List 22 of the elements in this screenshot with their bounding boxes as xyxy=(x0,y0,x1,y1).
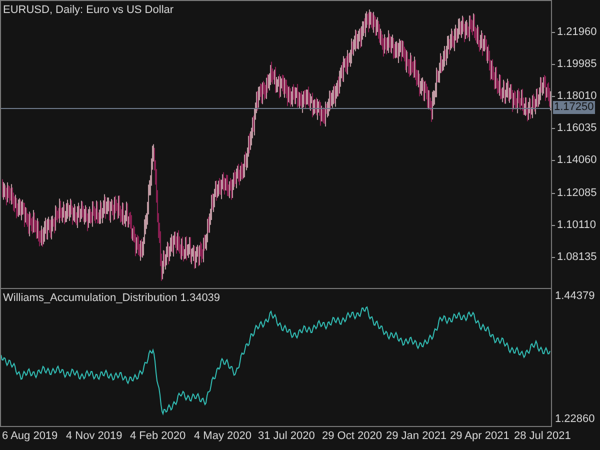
current-price-label: 1.17250 xyxy=(553,101,595,114)
time-axis-label: 29 Oct 2020 xyxy=(322,431,382,442)
time-axis-label: 4 May 2020 xyxy=(194,431,252,442)
price-axis-label: 1.10110 xyxy=(552,220,596,231)
time-axis-label: 4 Nov 2019 xyxy=(66,431,122,442)
indicator-axis-label: 1.44379 xyxy=(555,291,595,302)
price-axis-label: 1.14060 xyxy=(552,155,597,166)
price-axis-label: 1.18010 xyxy=(552,91,597,102)
time-axis-label: 4 Feb 2020 xyxy=(130,431,186,442)
time-axis-label: 29 Jan 2021 xyxy=(386,431,447,442)
time-axis-label: 6 Aug 2019 xyxy=(2,431,58,442)
time-axis-label: 28 Jul 2021 xyxy=(514,431,571,442)
chart-title: EURUSD, Daily: Euro vs US Dollar xyxy=(3,3,174,18)
time-axis-label: 29 Apr 2021 xyxy=(450,431,510,442)
time-axis-label: 31 Jul 2020 xyxy=(258,431,315,442)
indicator-axis-label: 1.22860 xyxy=(555,414,595,425)
price-axis-label: 1.16035 xyxy=(552,123,597,134)
indicator-label: Williams_Accumulation_Distribution 1.34039 xyxy=(3,291,220,306)
price-axis-label: 1.12085 xyxy=(552,188,597,198)
price-axis-label: 1.08135 xyxy=(552,252,597,263)
price-axis-label: 1.19985 xyxy=(552,59,597,70)
price-axis-label: 1.21960 xyxy=(552,27,597,38)
